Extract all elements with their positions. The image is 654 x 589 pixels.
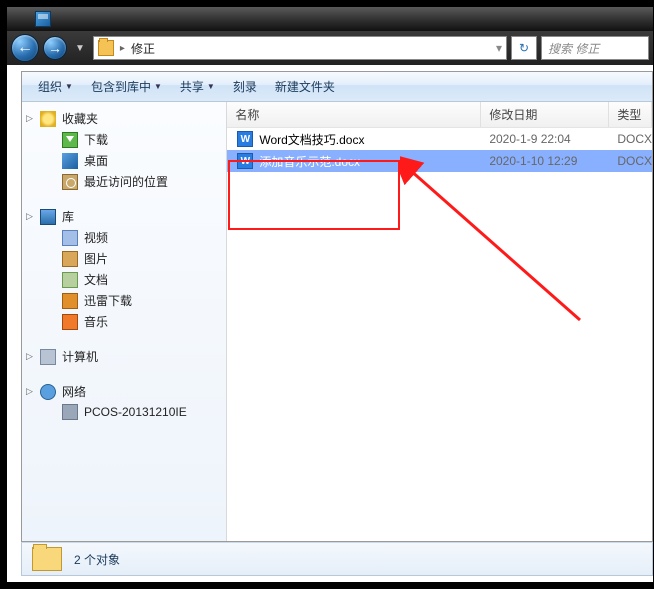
file-type: DOCX [609, 154, 652, 168]
search-input[interactable]: 搜索 修正 [541, 36, 649, 60]
breadcrumb-folder[interactable]: 修正 [131, 40, 155, 57]
folder-icon [98, 40, 114, 56]
sidebar: ▷收藏夹 下载 桌面 最近访问的位置 ▷库 视频 图片 文档 迅雷下载 音乐 ▷… [22, 102, 227, 541]
folder-icon [32, 547, 62, 571]
panes: ▷收藏夹 下载 桌面 最近访问的位置 ▷库 视频 图片 文档 迅雷下载 音乐 ▷… [22, 102, 652, 541]
include-button[interactable]: 包含到库中▼ [83, 74, 170, 99]
network-icon [40, 384, 56, 400]
thunder-icon [62, 293, 78, 309]
file-list: 名称 修改日期 类型 W Word文档技巧.docx 2020-1-9 22:04… [227, 102, 652, 541]
desktop-icon [62, 153, 78, 169]
column-headers: 名称 修改日期 类型 [227, 102, 652, 128]
toolbar: 组织▼ 包含到库中▼ 共享▼ 刻录 新建文件夹 [22, 72, 652, 102]
word-icon: W [237, 131, 253, 147]
file-date: 2020-1-10 12:29 [481, 154, 609, 168]
computer-icon [40, 349, 56, 365]
sidebar-documents[interactable]: 文档 [22, 269, 226, 290]
sidebar-libraries[interactable]: ▷库 [22, 206, 226, 227]
sidebar-music[interactable]: 音乐 [22, 311, 226, 332]
star-icon [40, 111, 56, 127]
music-icon [62, 314, 78, 330]
video-icon [62, 230, 78, 246]
col-name[interactable]: 名称 [227, 102, 481, 127]
status-count: 2 个对象 [74, 551, 120, 568]
sidebar-network[interactable]: ▷网络 [22, 381, 226, 402]
history-dropdown[interactable]: ▼ [71, 43, 89, 54]
address-bar[interactable]: ▸ 修正 ▾ [93, 36, 507, 60]
sidebar-pc-node[interactable]: PCOS-20131210IE [22, 402, 226, 422]
sidebar-favorites[interactable]: ▷收藏夹 [22, 108, 226, 129]
file-date: 2020-1-9 22:04 [481, 132, 609, 146]
title-bar[interactable] [7, 7, 653, 31]
window-icon [35, 11, 51, 27]
back-button[interactable]: ← [11, 34, 39, 62]
sidebar-desktop[interactable]: 桌面 [22, 150, 226, 171]
file-name: Word文档技巧.docx [259, 131, 364, 148]
sidebar-thunder[interactable]: 迅雷下载 [22, 290, 226, 311]
newfolder-button[interactable]: 新建文件夹 [267, 74, 343, 99]
col-date[interactable]: 修改日期 [481, 102, 609, 127]
download-icon [62, 132, 78, 148]
explorer-window: ← → ▼ ▸ 修正 ▾ ↻ 搜索 修正 组织▼ 包含到库中▼ 共享▼ 刻录 新… [6, 6, 654, 583]
nav-row: ← → ▼ ▸ 修正 ▾ ↻ 搜索 修正 [7, 31, 653, 65]
breadcrumb-separator-icon: ▸ [120, 43, 125, 54]
organize-button[interactable]: 组织▼ [30, 74, 81, 99]
file-row[interactable]: W Word文档技巧.docx 2020-1-9 22:04 DOCX [227, 128, 652, 150]
file-type: DOCX [609, 132, 652, 146]
library-icon [40, 209, 56, 225]
picture-icon [62, 251, 78, 267]
forward-button[interactable]: → [43, 36, 67, 60]
search-placeholder: 搜索 修正 [548, 40, 599, 57]
sidebar-videos[interactable]: 视频 [22, 227, 226, 248]
status-bar: 2 个对象 [21, 542, 653, 576]
file-row[interactable]: W 添加音乐示范.docx 2020-1-10 12:29 DOCX [227, 150, 652, 172]
file-name: 添加音乐示范.docx [259, 153, 360, 170]
address-dropdown-icon[interactable]: ▾ [496, 41, 502, 55]
refresh-button[interactable]: ↻ [511, 36, 537, 60]
content-frame: 组织▼ 包含到库中▼ 共享▼ 刻录 新建文件夹 ▷收藏夹 下载 桌面 最近访问的… [21, 71, 653, 542]
word-icon: W [237, 153, 253, 169]
recent-icon [62, 174, 78, 190]
share-button[interactable]: 共享▼ [172, 74, 223, 99]
sidebar-downloads[interactable]: 下载 [22, 129, 226, 150]
sidebar-pictures[interactable]: 图片 [22, 248, 226, 269]
burn-button[interactable]: 刻录 [225, 74, 265, 99]
col-type[interactable]: 类型 [609, 102, 652, 127]
pc-node-icon [62, 404, 78, 420]
sidebar-recent[interactable]: 最近访问的位置 [22, 171, 226, 192]
sidebar-computer[interactable]: ▷计算机 [22, 346, 226, 367]
document-icon [62, 272, 78, 288]
